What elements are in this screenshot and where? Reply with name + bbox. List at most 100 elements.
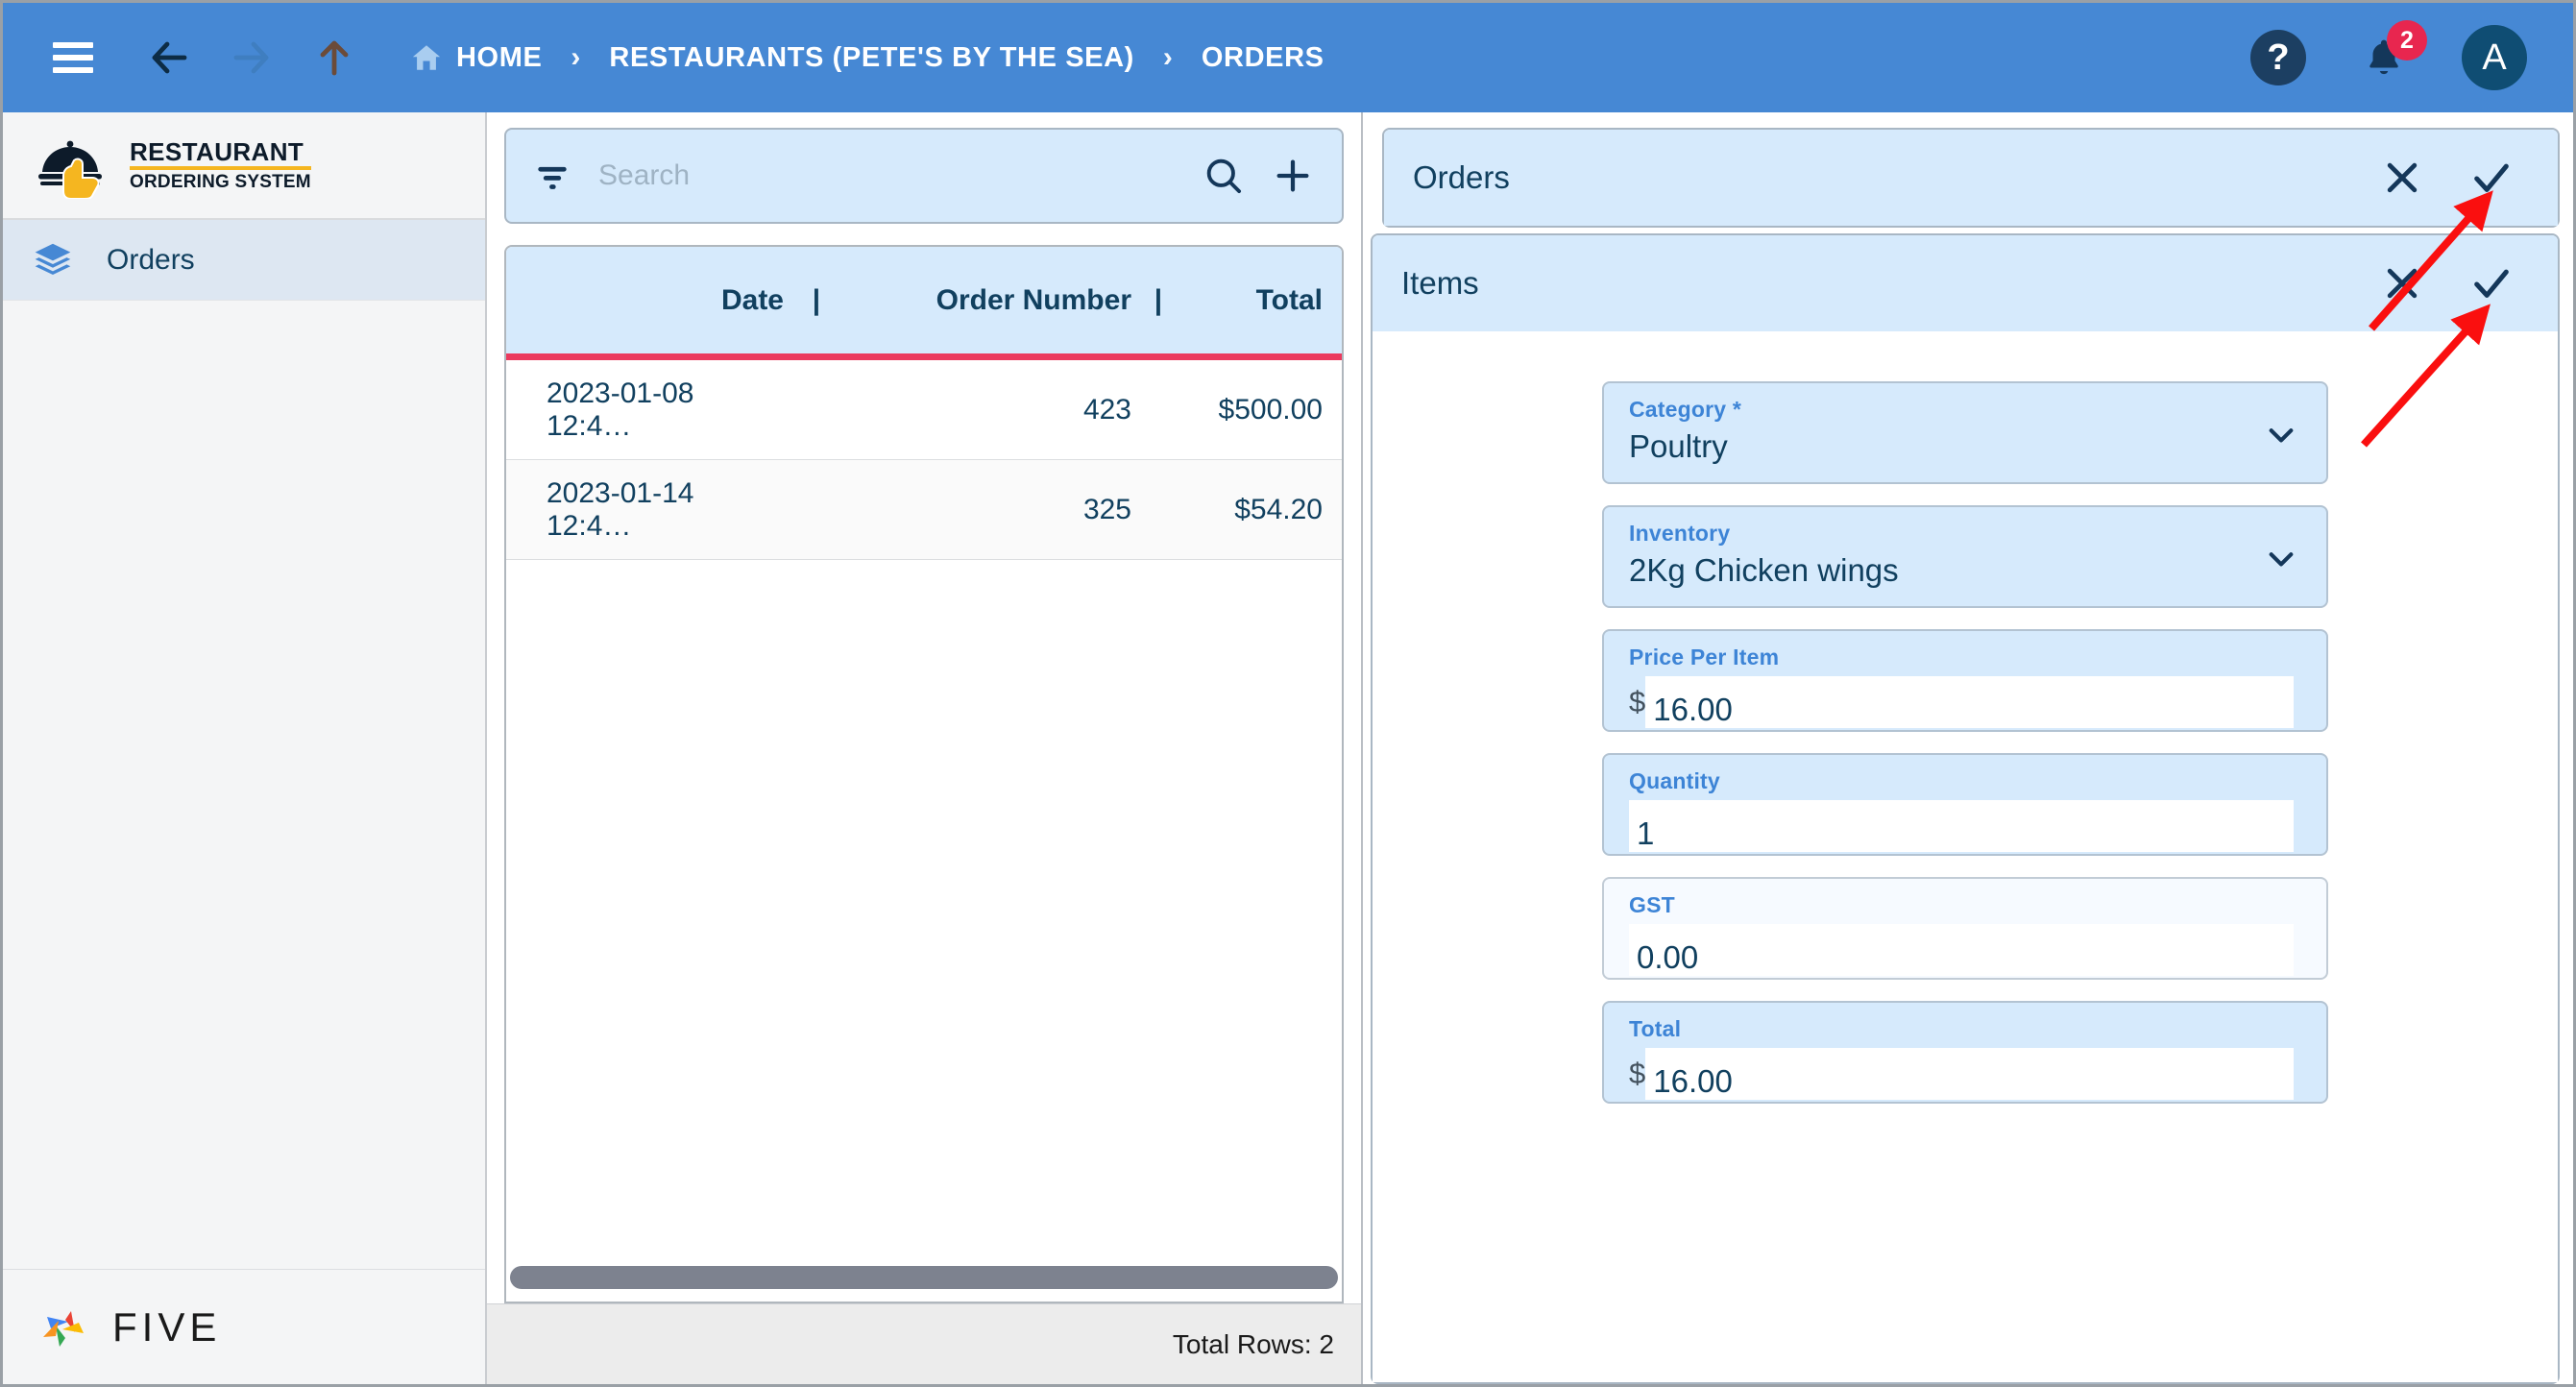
price-per-item-field[interactable]: Price Per Item $ 16.00 [1602,629,2328,732]
column-divider-1: | [812,283,821,316]
category-value: Poultry [1629,428,1728,464]
hamburger-icon [53,36,93,80]
inventory-field[interactable]: Inventory 2Kg Chicken wings [1602,505,2328,608]
up-button[interactable] [303,26,366,89]
orders-panel-title: Orders [1413,159,1510,195]
five-logo-text: FIVE [112,1303,222,1350]
top-header-bar: HOME › RESTAURANTS (PETE'S BY THE SEA) ›… [3,3,2573,112]
category-label: Category * [1629,397,1742,422]
orders-save-icon[interactable] [2469,156,2514,200]
gst-label: GST [1629,892,1675,917]
table-footer: Total Rows: 2 [487,1303,1361,1384]
horizontal-scrollbar[interactable] [506,1259,1342,1302]
layers-icon [35,243,71,275]
column-header-total[interactable]: Total [1185,284,1342,317]
filter-icon[interactable] [531,155,573,197]
orders-panel-actions [2381,156,2514,200]
application-window: HOME › RESTAURANTS (PETE'S BY THE SEA) ›… [0,0,2576,1387]
plus-icon[interactable] [1271,154,1315,198]
cell-date: 2023-01-14 12:4… [547,476,694,542]
five-footer-logo: FIVE [3,1269,485,1384]
logo-line-1: RESTAURANT [130,138,311,171]
sidebar: RESTAURANT ORDERING SYSTEM Orders FIVE [3,112,487,1384]
items-panel-title: Items [1401,265,1479,301]
breadcrumb-item-restaurants[interactable]: RESTAURANTS (PETE'S BY THE SEA) [609,42,1133,74]
orders-panel-header: Orders [1384,130,2558,226]
orders-list-panel: Date | Order Number | Total 2023-01-08 1… [487,112,1363,1384]
price-per-item-label: Price Per Item [1629,645,1780,669]
search-input[interactable] [598,159,1177,192]
back-button[interactable] [137,26,201,89]
orders-table: Date | Order Number | Total 2023-01-08 1… [504,245,1344,1303]
search-bar [504,128,1344,224]
orders-close-icon[interactable] [2381,157,2423,199]
cloche-hand-logo-icon [38,140,102,199]
price-per-item-value: 16.00 [1645,676,2294,728]
breadcrumb-label-restaurants: RESTAURANTS (PETE'S BY THE SEA) [609,41,1134,73]
header-actions: ? 2 A [2250,20,2540,90]
five-pinwheel-icon [43,1310,84,1347]
forward-button[interactable] [220,26,283,89]
breadcrumb-label-orders: ORDERS [1201,41,1324,73]
help-icon[interactable]: ? [2250,30,2306,85]
price-currency-symbol: $ [1629,685,1646,718]
gst-value: 0.00 [1629,924,2294,976]
sidebar-item-orders[interactable]: Orders [3,220,485,301]
quantity-label: Quantity [1629,768,1720,793]
orders-detail-panel: Orders [1382,128,2560,228]
sidebar-item-label: Orders [107,243,195,276]
category-field[interactable]: Category * Poultry [1602,381,2328,484]
arrow-right-icon [233,41,269,74]
column-header-date[interactable]: Date [506,284,790,317]
scrollbar-thumb[interactable] [510,1266,1338,1289]
cell-order-number: 325 [1082,493,1131,525]
inventory-chevron-down-icon[interactable] [2263,540,2299,576]
cell-total: $500.00 [1218,393,1323,426]
main-body: RESTAURANT ORDERING SYSTEM Orders FIVE S… [3,112,2573,1384]
menu-button[interactable] [41,26,105,89]
detail-panels: Orders Items Category * Poultry Inventor… [1363,112,2573,1384]
total-value: 16.00 [1645,1048,2294,1100]
total-rows-label: Total Rows: 2 [1172,1328,1334,1359]
notifications-button[interactable]: 2 [2356,20,2427,85]
quantity-field[interactable]: Quantity 1 [1602,753,2328,856]
table-row[interactable]: 2023-01-08 12:4… 423 $500.00 [506,360,1342,460]
breadcrumb: HOME › RESTAURANTS (PETE'S BY THE SEA) ›… [410,41,1324,74]
cell-date: 2023-01-08 12:4… [547,377,694,442]
breadcrumb-item-orders[interactable]: ORDERS [1202,42,1324,74]
cell-order-number: 423 [1082,393,1131,426]
table-header-row: Date | Order Number | Total [506,247,1342,360]
items-panel-actions [2381,261,2514,305]
home-icon [410,41,443,74]
arrow-left-icon [152,41,187,74]
quantity-value: 1 [1629,800,2294,852]
total-label: Total [1629,1016,1682,1041]
items-panel-header: Items [1373,235,2558,331]
category-chevron-down-icon[interactable] [2263,416,2299,452]
inventory-label: Inventory [1629,521,1731,546]
cell-total: $54.20 [1234,493,1323,525]
notification-badge: 2 [2387,20,2427,61]
breadcrumb-separator-2: › [1162,41,1173,73]
total-currency-symbol: $ [1629,1057,1646,1090]
table-row[interactable]: 2023-01-14 12:4… 325 $54.20 [506,460,1342,560]
column-divider-2: | [1154,283,1163,316]
breadcrumb-label-home: HOME [456,41,543,73]
items-save-icon[interactable] [2469,261,2514,305]
table-body: 2023-01-08 12:4… 423 $500.00 2023-01-14 … [506,360,1342,1259]
item-form: Category * Poultry Inventory 2Kg Chicken… [1373,331,2558,1382]
total-field[interactable]: Total $ 16.00 [1602,1001,2328,1104]
navigation-arrows [137,26,366,89]
app-logo: RESTAURANT ORDERING SYSTEM [3,112,485,220]
search-icon[interactable] [1202,154,1246,198]
items-detail-panel: Items Category * Poultry Inventory 2Kg C… [1371,233,2560,1384]
arrow-up-icon [320,40,349,76]
logo-line-2: ORDERING SYSTEM [130,172,311,193]
avatar[interactable]: A [2462,25,2527,90]
breadcrumb-separator-1: › [571,41,581,73]
column-header-order-number[interactable]: Order Number [843,284,1131,317]
gst-field: GST 0.00 [1602,877,2328,980]
items-close-icon[interactable] [2381,262,2423,304]
breadcrumb-item-home[interactable]: HOME [410,41,542,74]
